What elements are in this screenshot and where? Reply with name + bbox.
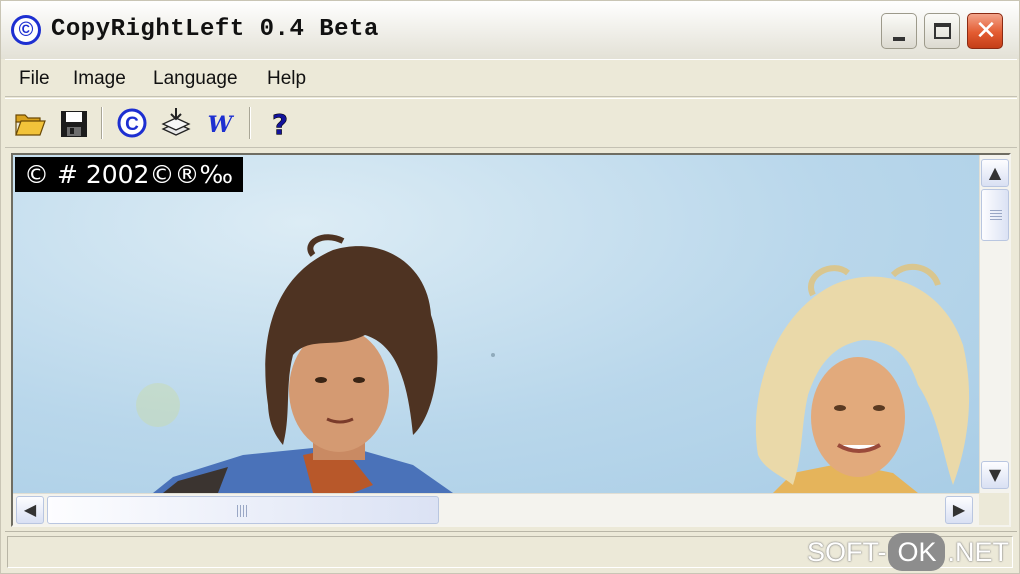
copyright-icon: C xyxy=(117,108,147,138)
status-bar: SOFT- OK .NET xyxy=(5,531,1017,571)
import-button[interactable] xyxy=(159,105,193,141)
scroll-left-button[interactable]: ◀ xyxy=(16,496,44,524)
watermark-button[interactable]: W xyxy=(203,105,237,141)
watermark-label: © # 2002©®‰ xyxy=(15,157,244,192)
import-layers-icon xyxy=(161,108,191,136)
horizontal-scrollbar[interactable]: ◀ ▶ xyxy=(13,493,979,525)
site-pill: OK xyxy=(888,533,946,571)
app-window: © CopyRightLeft 0.4 Beta ✕ File Image La… xyxy=(0,0,1020,574)
scroll-up-button[interactable]: ▲ xyxy=(981,159,1009,187)
toolbar-separator xyxy=(249,107,251,139)
site-watermark: SOFT- OK .NET xyxy=(807,532,1009,572)
toolbar-separator xyxy=(101,107,103,139)
photo-canvas: © # 2002©®‰ xyxy=(13,155,979,493)
svg-text:?: ? xyxy=(272,108,288,141)
window-title: CopyRightLeft 0.4 Beta xyxy=(51,16,379,43)
image-viewport[interactable]: © # 2002©®‰ ▲ ▼ ◀ ▶ xyxy=(11,153,1011,527)
site-prefix: SOFT- xyxy=(806,537,887,567)
copyright-button[interactable]: C xyxy=(115,105,149,141)
toolbar: C W ? xyxy=(5,98,1017,148)
scrollbar-corner xyxy=(979,493,1009,525)
watermark-w-icon: W xyxy=(208,112,235,138)
horizontal-scroll-thumb[interactable] xyxy=(47,496,439,524)
thumb-grip-icon xyxy=(237,505,249,517)
save-button[interactable] xyxy=(57,105,91,141)
save-disk-icon xyxy=(61,111,87,137)
help-question-icon: ? xyxy=(272,108,289,142)
site-suffix: .NET xyxy=(947,537,1009,567)
maximize-icon xyxy=(934,23,951,39)
minimize-button[interactable] xyxy=(881,13,917,49)
open-folder-icon xyxy=(15,114,46,136)
scroll-down-button[interactable]: ▼ xyxy=(981,461,1009,489)
chevron-down-icon: ▼ xyxy=(988,465,1002,484)
maximize-button[interactable] xyxy=(924,13,960,49)
copyright-app-icon: © xyxy=(11,15,41,45)
photo-illustration xyxy=(136,234,970,493)
chevron-left-icon: ◀ xyxy=(23,500,37,519)
vertical-scrollbar[interactable]: ▲ ▼ xyxy=(979,155,1009,493)
title-bar[interactable]: © CopyRightLeft 0.4 Beta ✕ xyxy=(1,1,1019,59)
chevron-up-icon: ▲ xyxy=(988,163,1002,182)
menu-image[interactable]: Image xyxy=(73,67,126,91)
close-button[interactable]: ✕ xyxy=(967,13,1003,49)
help-button[interactable]: ? xyxy=(263,105,297,142)
menu-help[interactable]: Help xyxy=(267,67,306,91)
chevron-right-icon: ▶ xyxy=(952,500,966,519)
thumb-grip-icon xyxy=(990,210,1002,222)
svg-text:W: W xyxy=(208,112,235,138)
menu-file[interactable]: File xyxy=(19,67,50,91)
svg-text:C: C xyxy=(125,114,139,135)
vertical-scroll-thumb[interactable] xyxy=(981,189,1009,241)
open-button[interactable] xyxy=(13,105,47,141)
minimize-icon xyxy=(893,37,905,41)
close-icon: ✕ xyxy=(975,16,997,46)
menu-language[interactable]: Language xyxy=(153,67,238,91)
menu-bar: File Image Language Help xyxy=(5,59,1017,97)
scroll-right-button[interactable]: ▶ xyxy=(945,496,973,524)
